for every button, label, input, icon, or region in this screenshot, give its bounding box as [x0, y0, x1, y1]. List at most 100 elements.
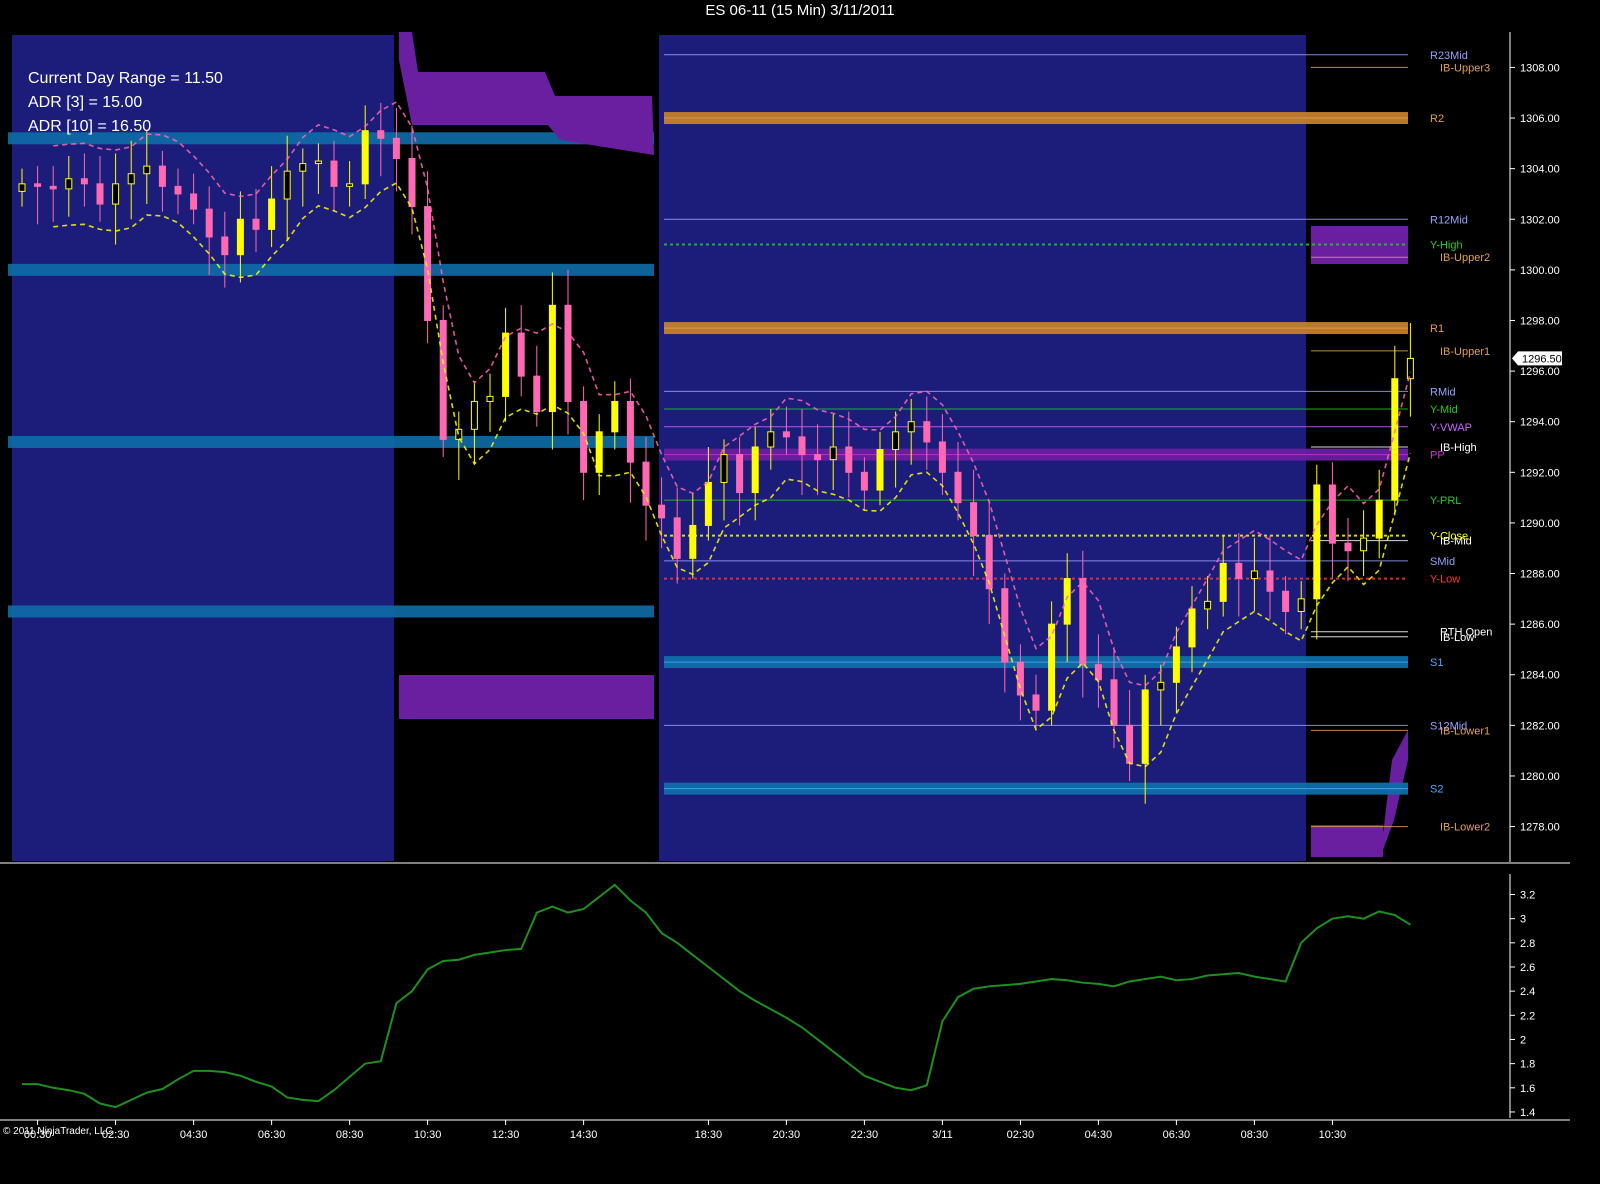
- value-area-band-2: [8, 263, 654, 276]
- candle-body: [517, 332, 525, 377]
- candle-body: [673, 517, 681, 559]
- candle-body: [876, 449, 884, 491]
- candle-body: [18, 183, 26, 192]
- time-tick-label: 10:30: [414, 1129, 442, 1141]
- candle-body: [268, 198, 276, 230]
- time-tick-label: 18:30: [695, 1129, 723, 1141]
- indicator-tick-label: 2.4: [1520, 986, 1535, 998]
- price-tick-label: 1296.00: [1520, 366, 1560, 378]
- indicator-tick-label: 1.4: [1520, 1107, 1535, 1119]
- candle-body: [112, 183, 120, 205]
- price-tick-label: 1300.00: [1520, 265, 1560, 277]
- candle-body: [392, 137, 400, 160]
- candle-body: [1094, 664, 1102, 681]
- candle-body: [548, 304, 556, 413]
- level-label-r2: R2: [1430, 113, 1444, 125]
- time-tick-label: 06:30: [258, 1129, 286, 1141]
- indicator-tick-label: 1.8: [1520, 1059, 1535, 1071]
- candle-body: [221, 236, 229, 256]
- price-tick-label: 1302.00: [1520, 214, 1560, 226]
- candle-body: [1188, 608, 1196, 648]
- candle-body: [814, 454, 822, 461]
- price-tick-label: 1282.00: [1520, 720, 1560, 732]
- time-tick-label: 04:30: [180, 1129, 208, 1141]
- candle-body: [127, 173, 135, 185]
- candle-body: [1282, 590, 1290, 612]
- candle-body: [704, 481, 712, 526]
- candle-body: [1016, 661, 1024, 696]
- candle-body: [564, 304, 572, 402]
- current-day-range-text: Current Day Range = 11.50: [28, 70, 223, 87]
- candle-body: [361, 130, 369, 185]
- level-label-pp: PP: [1430, 450, 1445, 462]
- candle-body: [96, 183, 104, 205]
- session-background: [12, 35, 1306, 861]
- candle-body: [1032, 694, 1040, 711]
- chart-canvas[interactable]: R23MidIB-Upper3 R2 R12Mid Y-HighIB-Upper2 R1…: [0, 0, 1600, 1184]
- candle-body: [1328, 484, 1336, 544]
- price-tick-label: 1306.00: [1520, 113, 1560, 125]
- candle-body: [470, 400, 478, 430]
- level-label-ib-lower2: IB-Lower2: [1440, 822, 1490, 834]
- level-label-y-vwap: Y-VWAP: [1430, 422, 1472, 434]
- price-tick-label: 1288.00: [1520, 569, 1560, 581]
- candle-body: [236, 218, 244, 256]
- candle-body: [143, 165, 151, 175]
- candle-body: [1313, 484, 1321, 600]
- copyright: © 2011 NinjaTrader, LLC: [3, 1126, 113, 1137]
- candle-body: [158, 165, 166, 187]
- time-tick-label: 20:30: [773, 1129, 801, 1141]
- adr3-text: ADR [3] = 15.00: [28, 94, 143, 111]
- level-label-ib-low: IB-Low: [1440, 632, 1474, 644]
- level-label-ib-lower1: IB-Lower1: [1440, 725, 1490, 737]
- candle-body: [377, 130, 385, 139]
- candle-body: [1172, 646, 1180, 683]
- value-area-band-3: [8, 435, 654, 448]
- indicator-line: [22, 883, 1411, 1109]
- candle-body: [314, 160, 322, 165]
- price-tick-label: 1280.00: [1520, 771, 1560, 783]
- candle-body: [49, 185, 57, 190]
- candle-body: [626, 400, 634, 463]
- indicator-tick-label: 2.2: [1520, 1010, 1535, 1022]
- price-tick-label: 1294.00: [1520, 417, 1560, 429]
- indicator-tick-label: 2.6: [1520, 962, 1535, 974]
- last-price-label: 1296.50: [1522, 353, 1562, 365]
- level-label-ib-upper1: IB-Upper1: [1440, 346, 1490, 358]
- level-label-y-high: Y-High: [1430, 240, 1463, 252]
- time-tick-label: 3/11: [932, 1129, 953, 1141]
- candle-body: [954, 471, 962, 504]
- level-label-rmid: RMid: [1430, 386, 1456, 398]
- candle-body: [845, 446, 853, 473]
- time-tick-label: 14:30: [570, 1129, 598, 1141]
- candle-body: [1063, 578, 1071, 625]
- candle-body: [970, 502, 978, 537]
- time-tick-label: 08:30: [1241, 1129, 1269, 1141]
- level-label-smid: SMid: [1430, 556, 1455, 568]
- time-tick-label: 22:30: [851, 1129, 879, 1141]
- candle-body: [1406, 357, 1414, 380]
- candle-body: [860, 471, 868, 491]
- level-label-r23mid: R23Mid: [1430, 50, 1468, 62]
- indicator-panel: 1.4 1.6 1.8 2 2.2 2.4 2.6 2.8 3 3.2: [22, 874, 1535, 1119]
- candle-body: [299, 163, 307, 172]
- candle-body: [767, 431, 775, 448]
- price-tick-label: 1298.00: [1520, 315, 1560, 327]
- time-tick-label: 10:30: [1319, 1129, 1347, 1141]
- price-tick-label: 1292.00: [1520, 467, 1560, 479]
- candle-body: [34, 183, 42, 187]
- candle-body: [1235, 562, 1243, 580]
- price-tick-label: 1304.00: [1520, 164, 1560, 176]
- candle-body: [595, 431, 603, 473]
- candle-body: [1079, 578, 1087, 666]
- price-tick-label: 1308.00: [1520, 62, 1560, 74]
- candle-body: [1360, 537, 1368, 552]
- candle-body: [1344, 542, 1352, 552]
- candle-body: [1250, 570, 1258, 580]
- candle-body: [798, 436, 806, 456]
- level-label-ib-high: IB-High: [1440, 442, 1477, 454]
- adr10-text: ADR [10] = 16.50: [28, 118, 152, 135]
- time-tick-label: 06:30: [1163, 1129, 1191, 1141]
- candle-body: [330, 160, 338, 187]
- candle-body: [408, 158, 416, 208]
